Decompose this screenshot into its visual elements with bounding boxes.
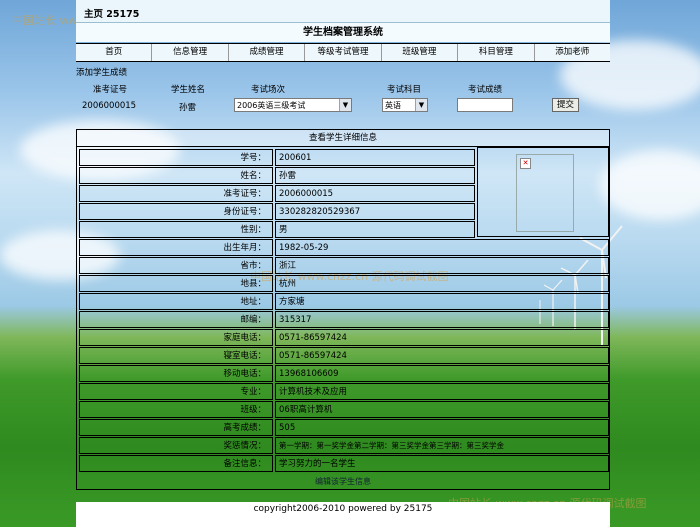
row-value: 第一学期：第一奖学金第二学期：第三奖学金第三学期：第三奖学金 [275,437,609,454]
submit-button[interactable]: 提交 [552,98,579,112]
session-selected: 2006英语三级考试 [237,101,306,110]
edit-student-link[interactable]: 编辑该学生信息 [77,476,609,487]
row-value: 杭州 [275,275,609,292]
cloud [600,150,700,220]
row-label: 性别： [79,221,273,238]
home-title: 主页 25175 [84,9,140,20]
photo-cell: ✕ [477,147,609,237]
system-title: 学生档案管理系统 [76,23,610,42]
row-value: 06职高计算机 [275,401,609,418]
row-value: 330282820529367 [275,203,475,220]
student-detail-table: 查看学生详细信息 学号： 200601 姓名： 孙雷 准考证号： 2006000015… [76,129,610,490]
ticket-value: 2006000015 [82,101,137,111]
row-label: 家庭电话： [79,329,273,346]
nav-info-management[interactable]: 信息管理 [152,44,229,61]
chevron-down-icon: ▼ [339,99,351,111]
row-label: 备注信息： [79,455,273,472]
row-value: 1982-05-29 [275,239,609,256]
score-input[interactable] [457,98,513,112]
row-label: 准考证号： [79,185,273,202]
nav-level-exam-management[interactable]: 等级考试管理 [305,44,382,61]
top-bar: 主页 25175 [76,0,610,23]
row-label: 身份证号： [79,203,273,220]
row-label: 出生年月： [79,239,273,256]
name-header: 学生姓名 [171,85,206,95]
add-score-title: 添加学生成绩 [76,68,128,78]
row-label: 地县： [79,275,273,292]
row-value: 13968106609 [275,365,609,382]
main-nav: 首页 信息管理 成绩管理 等级考试管理 班级管理 科目管理 添加老师 [76,43,610,62]
row-value: 孙雷 [275,167,475,184]
row-label: 奖惩情况： [79,437,273,454]
row-label: 省市： [79,257,273,274]
nav-score-management[interactable]: 成绩管理 [229,44,306,61]
row-label: 姓名： [79,167,273,184]
row-value: 315317 [275,311,609,328]
nav-subject-management[interactable]: 科目管理 [458,44,535,61]
row-value: 200601 [275,149,475,166]
row-value: 0571-86597424 [275,329,609,346]
row-value: 浙江 [275,257,609,274]
subject-header: 考试科目 [387,85,422,95]
chevron-down-icon: ▼ [415,99,427,111]
row-label: 学号： [79,149,273,166]
row-value: 505 [275,419,609,436]
subject-selected: 英语 [385,101,401,110]
detail-title: 查看学生详细信息 [77,130,609,147]
row-label: 移动电话： [79,365,273,382]
row-label: 班级： [79,401,273,418]
row-value: 男 [275,221,475,238]
row-value: 学习努力的一名学生 [275,455,609,472]
subject-select[interactable]: 英语 ▼ [382,98,428,112]
row-value: 0571-86597424 [275,347,609,364]
main-page: 主页 25175 学生档案管理系统 首页 信息管理 成绩管理 等级考试管理 班级… [76,0,610,527]
ticket-header: 准考证号 [93,85,128,95]
broken-image-icon: ✕ [520,158,531,169]
row-value: 方家塘 [275,293,609,310]
row-label: 邮编： [79,311,273,328]
session-header: 考试场次 [251,85,286,95]
footer: copyright2006-2010 powered by 25175 [76,502,610,527]
row-label: 地址： [79,293,273,310]
name-value: 孙雷 [179,103,197,113]
nav-add-teacher[interactable]: 添加老师 [535,44,610,61]
nav-home[interactable]: 首页 [76,44,153,61]
session-select[interactable]: 2006英语三级考试 ▼ [234,98,352,112]
score-header: 考试成绩 [468,85,503,95]
row-value: 2006000015 [275,185,475,202]
row-value: 计算机技术及应用 [275,383,609,400]
nav-class-management[interactable]: 班级管理 [382,44,459,61]
student-photo: ✕ [516,154,574,232]
row-label: 高考成绩： [79,419,273,436]
row-label: 专业： [79,383,273,400]
row-label: 寝室电话： [79,347,273,364]
